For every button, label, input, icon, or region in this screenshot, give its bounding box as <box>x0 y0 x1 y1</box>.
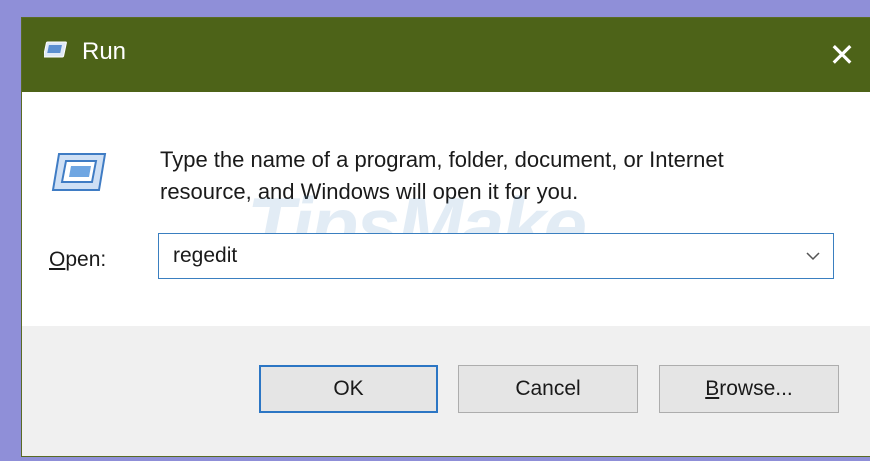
browse-button[interactable]: Browse... <box>659 365 839 413</box>
cancel-label: Cancel <box>515 377 581 400</box>
title-bar[interactable]: Run ✕ <box>22 18 870 92</box>
cancel-button[interactable]: Cancel <box>458 365 638 413</box>
close-icon: ✕ <box>828 37 856 73</box>
window-title: Run <box>82 38 127 65</box>
browse-label: rowse... <box>719 377 793 400</box>
open-label: Open: <box>49 248 106 272</box>
dialog-body: Type the name of a program, folder, docu… <box>22 92 870 326</box>
close-button[interactable]: ✕ <box>813 18 870 92</box>
run-program-icon <box>51 153 107 191</box>
open-label-text: pen: <box>65 248 107 271</box>
ok-button[interactable]: OK <box>259 365 438 413</box>
open-label-mnemonic: O <box>49 248 66 271</box>
open-input[interactable] <box>159 234 779 278</box>
run-dialog: Run ✕ Type the name of a program, folder… <box>21 17 870 457</box>
ok-label: OK <box>333 377 364 400</box>
run-icon <box>44 41 67 58</box>
dropdown-button[interactable] <box>793 234 833 278</box>
open-combobox[interactable] <box>158 233 834 279</box>
description-line: resource, and Windows will open it for y… <box>160 179 579 204</box>
description-line: Type the name of a program, folder, docu… <box>160 147 724 172</box>
chevron-down-icon <box>806 251 820 260</box>
browse-label-mnemonic: B <box>705 377 720 400</box>
run-description: Type the name of a program, folder, docu… <box>160 144 840 208</box>
